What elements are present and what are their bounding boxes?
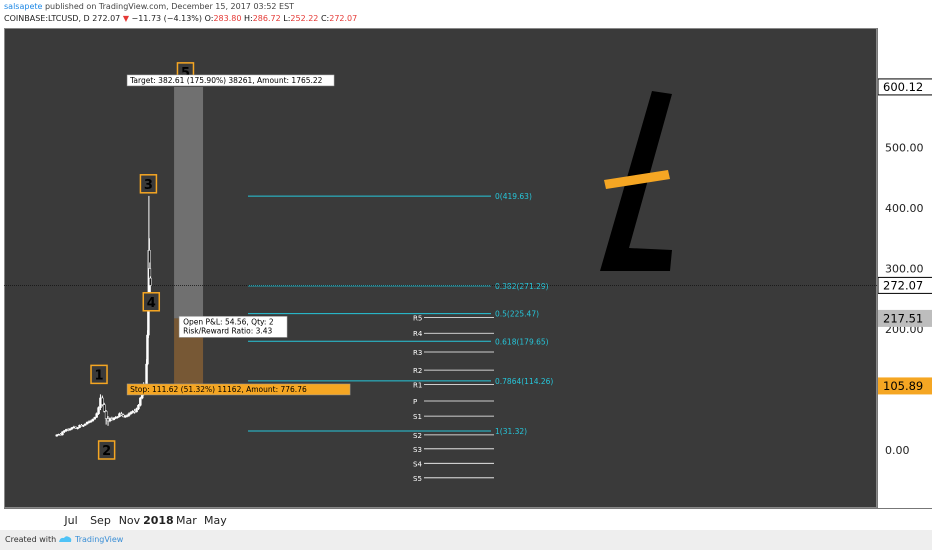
candle-body bbox=[104, 411, 108, 419]
candle-body bbox=[97, 407, 100, 414]
price-tag-text: 272.07 bbox=[883, 278, 923, 292]
price-tick: 300.00 bbox=[885, 263, 924, 276]
time-tick: May bbox=[204, 514, 227, 527]
candle-body bbox=[137, 404, 140, 410]
time-tick: Nov bbox=[119, 514, 141, 527]
time-axis[interactable]: Jul Sep Nov 2018 Mar May bbox=[4, 508, 932, 531]
candle-body bbox=[127, 413, 131, 416]
price-tag: 272.07 bbox=[877, 276, 932, 294]
price-tag: 217.51 bbox=[877, 309, 932, 327]
wave-label-4: 4 bbox=[142, 292, 161, 312]
tradingview-logo-icon bbox=[59, 536, 72, 542]
time-axis-svg: Jul Sep Nov 2018 Mar May bbox=[63, 514, 227, 527]
wave-label-text: 2 bbox=[102, 444, 111, 459]
pivot-label: R2 bbox=[413, 367, 422, 375]
high-key: H: bbox=[243, 14, 253, 23]
pivot-label: R5 bbox=[413, 315, 422, 323]
candle-body bbox=[93, 417, 96, 420]
wave-label-2: 2 bbox=[97, 440, 116, 460]
candle-body bbox=[61, 431, 64, 436]
plot-background bbox=[4, 28, 877, 508]
pivot-label: S2 bbox=[413, 432, 422, 440]
price-tag-text: 105.89 bbox=[883, 379, 923, 393]
open-value: 283.80 bbox=[213, 14, 242, 23]
time-tick: Jul bbox=[63, 514, 77, 527]
publish-info: salsapete published on TradingView.com, … bbox=[4, 2, 294, 11]
price-tag: 600.12 bbox=[877, 78, 932, 96]
price-tick: 400.00 bbox=[885, 202, 924, 215]
fib-label: 0.5(225.47) bbox=[495, 310, 539, 319]
pivot-label: S1 bbox=[413, 413, 422, 421]
time-tick: Mar bbox=[176, 514, 197, 527]
last-price: 272.07 bbox=[92, 14, 121, 23]
wave-label-3: 3 bbox=[139, 174, 158, 194]
price-tick: 500.00 bbox=[885, 142, 924, 155]
down-arrow-icon: ▼ bbox=[122, 14, 129, 23]
candle-body bbox=[103, 404, 106, 412]
pivot-label: R3 bbox=[413, 349, 422, 357]
price-tag-text: 217.51 bbox=[883, 311, 923, 325]
chart-plot-area[interactable]: R5 R4 R3 R2 R1 P S1 S2 S3 S4 S5 0(419.63) 0.382(271.… bbox=[4, 28, 877, 508]
stop-label: Stop: 111.62 (51.32%) 11162, Amount: 776… bbox=[126, 383, 351, 396]
candle-body bbox=[135, 408, 138, 413]
candle-body bbox=[149, 277, 152, 286]
pnl-text: Open P&L: 54.56, Qty: 2 bbox=[183, 317, 274, 326]
pivot-label: R4 bbox=[413, 330, 423, 338]
candle-body bbox=[147, 310, 150, 336]
wave-label-1: 1 bbox=[90, 364, 108, 385]
pivot-label: S5 bbox=[413, 475, 422, 483]
close-value: 272.07 bbox=[329, 14, 358, 23]
target-label: Target: 382.61 (175.90%) 38261, Amount: … bbox=[126, 74, 335, 87]
candle-body bbox=[95, 413, 98, 418]
chart-svg[interactable]: R5 R4 R3 R2 R1 P S1 S2 S3 S4 S5 0(419.63) 0.382(271.… bbox=[4, 28, 877, 508]
price-change: −11.73 (−4.13%) bbox=[131, 14, 203, 23]
time-tick: 2018 bbox=[143, 514, 174, 527]
low-value: 252.22 bbox=[290, 14, 319, 23]
wave-label-text: 4 bbox=[147, 296, 156, 311]
candle-body bbox=[91, 418, 95, 422]
pnl-label: Open P&L: 54.56, Qty: 2Risk/Reward Ratio… bbox=[178, 316, 288, 338]
pivot-label: S3 bbox=[413, 446, 422, 454]
ohlc-legend: COINBASE:LTCUSD, D 272.07 ▼ −11.73 (−4.1… bbox=[4, 14, 357, 23]
high-value: 286.72 bbox=[252, 14, 281, 23]
fib-label: 0.618(179.65) bbox=[495, 337, 549, 346]
footer-bar: Created with TradingView bbox=[0, 530, 932, 550]
candle-body bbox=[101, 397, 104, 405]
candle-body bbox=[146, 334, 149, 365]
target-zone bbox=[174, 86, 204, 319]
fib-label: 0.7864(114.26) bbox=[495, 377, 553, 386]
target-label-text: Target: 382.61 (175.90%) 38261, Amount: … bbox=[129, 76, 323, 85]
price-tag-text: 600.12 bbox=[883, 80, 923, 94]
pivot-label: S4 bbox=[413, 460, 422, 468]
close-key: C: bbox=[320, 14, 330, 23]
price-axis-svg: 0.00100.00200.00300.00400.00500.00600.12… bbox=[877, 78, 932, 457]
created-with-label: Created with bbox=[5, 535, 57, 544]
fib-label: 0.382(271.29) bbox=[495, 282, 549, 291]
stop-label-text: Stop: 111.62 (51.32%) 11162, Amount: 776… bbox=[130, 385, 307, 394]
time-tick: Sep bbox=[90, 514, 111, 527]
candle-body bbox=[139, 397, 142, 406]
publisher-name[interactable]: salsapete bbox=[4, 2, 42, 11]
price-axis[interactable]: 0.00100.00200.00300.00400.00500.00600.12… bbox=[877, 28, 932, 508]
fib-label: 1(31.32) bbox=[495, 427, 527, 436]
price-tick: 0.00 bbox=[885, 444, 910, 457]
tradingview-brand[interactable]: TradingView bbox=[75, 535, 123, 544]
publish-date: published on TradingView.com, December 1… bbox=[44, 2, 295, 11]
rr-text: Risk/Reward Ratio: 3.43 bbox=[183, 326, 272, 335]
symbol-label: COINBASE:LTCUSD, D bbox=[4, 14, 90, 23]
pivot-label: P bbox=[413, 398, 417, 406]
wave-label-text: 1 bbox=[95, 368, 104, 383]
price-tag: 105.89 bbox=[877, 377, 932, 395]
wave-label-text: 3 bbox=[144, 178, 153, 193]
pivot-label: R1 bbox=[413, 382, 422, 390]
fib-label: 0(419.63) bbox=[495, 192, 532, 201]
